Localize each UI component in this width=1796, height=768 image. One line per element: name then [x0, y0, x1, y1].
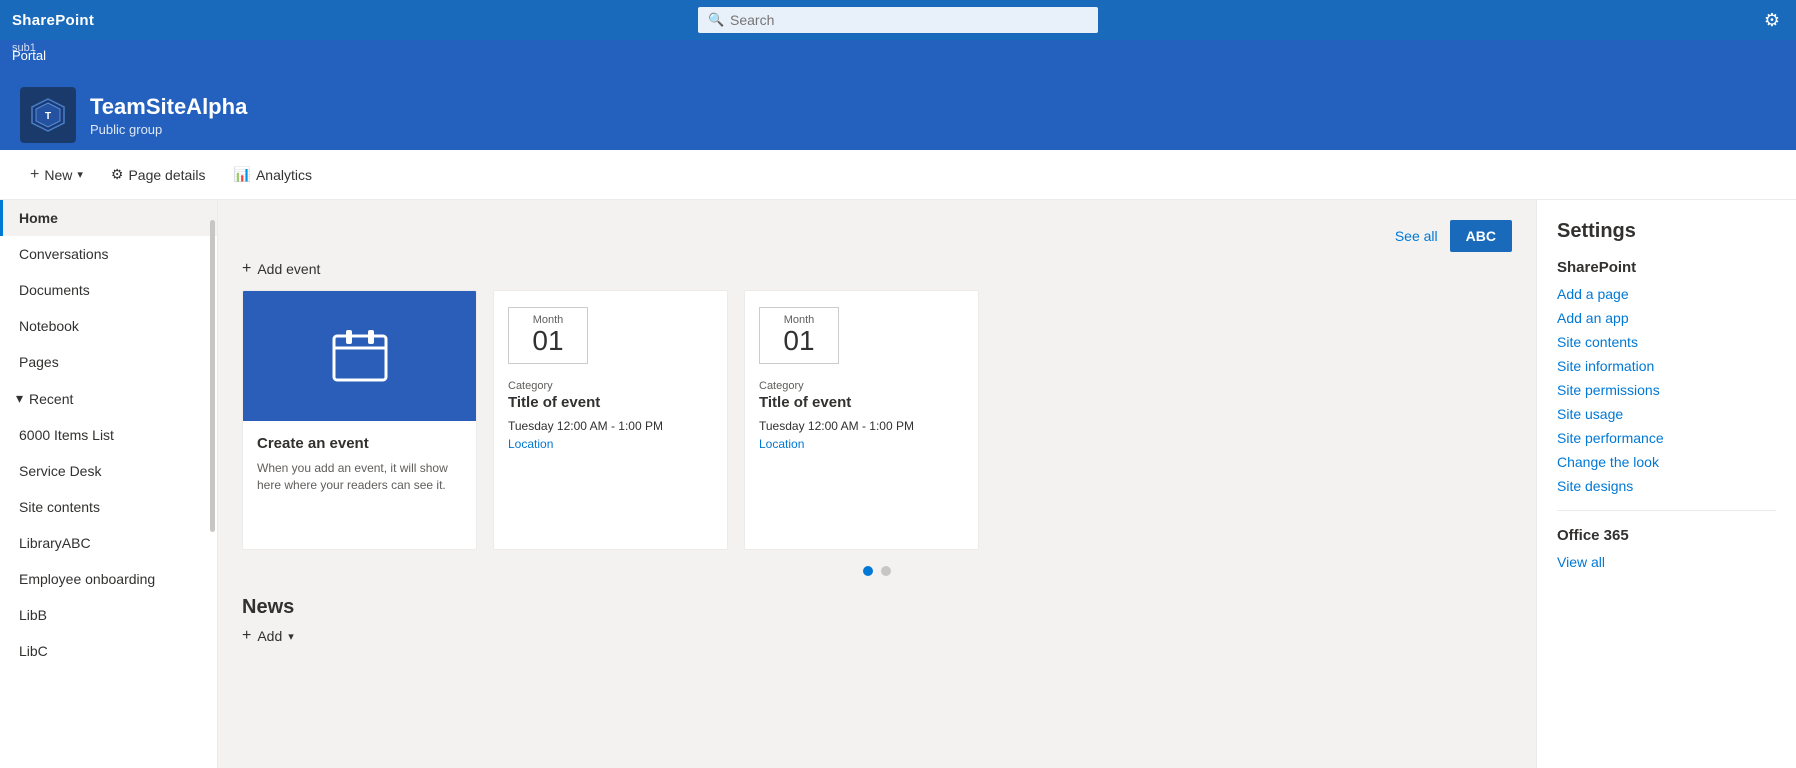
analytics-label: Analytics	[256, 167, 312, 183]
plus-icon: +	[30, 166, 39, 184]
settings-link-change-look[interactable]: Change the look	[1557, 454, 1776, 470]
event-card-2[interactable]: Month 01 Category Title of event Tuesday…	[744, 290, 979, 550]
event-category-1: Category	[494, 380, 727, 392]
news-add-row[interactable]: + Add ▾	[242, 627, 1512, 645]
svg-text:T: T	[45, 111, 51, 122]
sidebar-recent-section[interactable]: ▾ Recent	[0, 380, 217, 417]
event-date-box-1: Month 01	[508, 307, 588, 364]
sidebar-item-pages[interactable]: Pages	[0, 344, 217, 380]
page-details-button[interactable]: ⚙ Page details	[101, 161, 216, 188]
create-event-body: Create an event When you add an event, i…	[243, 421, 476, 508]
settings-link-view-all[interactable]: View all	[1557, 554, 1776, 570]
plus-icon: +	[242, 260, 251, 278]
office365-section: Office 365 View all	[1557, 527, 1776, 570]
dot-2[interactable]	[881, 566, 891, 576]
settings-link-site-permissions[interactable]: Site permissions	[1557, 382, 1776, 398]
site-logo: T	[20, 87, 76, 143]
create-event-card[interactable]: Create an event When you add an event, i…	[242, 290, 477, 550]
sidebar-item-libc[interactable]: LibC	[0, 633, 217, 669]
search-icon: 🔍	[708, 12, 724, 28]
event-day-2: 01	[770, 326, 828, 357]
event-title-1: Title of event	[494, 392, 727, 417]
page-details-icon: ⚙	[111, 166, 124, 183]
chevron-down-icon: ▾	[16, 390, 23, 407]
settings-link-add-page[interactable]: Add a page	[1557, 286, 1776, 302]
carousel-dots	[242, 566, 1512, 576]
settings-link-site-information[interactable]: Site information	[1557, 358, 1776, 374]
search-input[interactable]	[698, 7, 1098, 33]
settings-link-add-app[interactable]: Add an app	[1557, 310, 1776, 326]
search-wrapper: 🔍	[698, 7, 1098, 33]
news-add-label: Add	[257, 628, 282, 644]
event-time-2: Tuesday 12:00 AM - 1:00 PM	[745, 417, 978, 435]
site-header: sub1 T TeamSiteAlpha Public group	[0, 70, 1796, 150]
sidebar-item-home[interactable]: Home	[0, 200, 217, 236]
site-subtitle: Public group	[90, 122, 247, 137]
chevron-down-icon: ▾	[288, 630, 294, 643]
settings-sharepoint-section: SharePoint	[1557, 259, 1776, 276]
analytics-icon: 📊	[234, 166, 251, 183]
see-all-link[interactable]: See all	[1395, 228, 1438, 244]
settings-link-site-designs[interactable]: Site designs	[1557, 478, 1776, 494]
settings-link-site-usage[interactable]: Site usage	[1557, 406, 1776, 422]
news-title: News	[242, 596, 1512, 619]
sidebar-item-service-desk[interactable]: Service Desk	[0, 453, 217, 489]
subnav: Portal	[0, 40, 1796, 70]
analytics-button[interactable]: 📊 Analytics	[224, 161, 322, 188]
events-header: See all ABC	[242, 220, 1512, 252]
plus-icon: +	[242, 627, 251, 645]
settings-panel: Settings SharePoint Add a page Add an ap…	[1536, 200, 1796, 768]
recent-label: Recent	[29, 391, 73, 407]
page-details-label: Page details	[128, 167, 205, 183]
office365-title: Office 365	[1557, 527, 1776, 544]
sidebar-item-documents[interactable]: Documents	[0, 272, 217, 308]
new-button[interactable]: + New ▾	[20, 161, 93, 189]
site-title: TeamSiteAlpha	[90, 94, 247, 120]
settings-title: Settings	[1557, 220, 1776, 243]
sidebar: Home Conversations Documents Notebook Pa…	[0, 200, 218, 768]
sidebar-item-libb[interactable]: LibB	[0, 597, 217, 633]
main-content: See all ABC + Add event	[218, 200, 1536, 768]
add-event-row[interactable]: + Add event	[242, 260, 1512, 278]
sidebar-scrollbar[interactable]	[210, 220, 215, 532]
topbar: SharePoint 🔍 ⚙	[0, 0, 1796, 40]
sidebar-item-notebook[interactable]: Notebook	[0, 308, 217, 344]
sub1-label: sub1	[12, 42, 36, 54]
sidebar-item-6000-items-list[interactable]: 6000 Items List	[0, 417, 217, 453]
gear-icon[interactable]: ⚙	[1764, 10, 1780, 31]
event-location-2: Location	[745, 435, 978, 465]
event-time-1: Tuesday 12:00 AM - 1:00 PM	[494, 417, 727, 435]
settings-link-site-performance[interactable]: Site performance	[1557, 430, 1776, 446]
sidebar-item-employee-onboarding[interactable]: Employee onboarding	[0, 561, 217, 597]
settings-divider	[1557, 510, 1776, 511]
sidebar-item-site-contents[interactable]: Site contents	[0, 489, 217, 525]
abc-button[interactable]: ABC	[1450, 220, 1512, 252]
layout: Home Conversations Documents Notebook Pa…	[0, 200, 1796, 768]
add-event-label: Add event	[257, 261, 320, 277]
sidebar-item-conversations[interactable]: Conversations	[0, 236, 217, 272]
sharepoint-logo: SharePoint	[12, 12, 94, 29]
commandbar: + New ▾ ⚙ Page details 📊 Analytics	[0, 150, 1796, 200]
sidebar-item-library-abc[interactable]: LibraryABC	[0, 525, 217, 561]
chevron-down-icon: ▾	[77, 168, 83, 181]
create-event-desc: When you add an event, it will show here…	[257, 460, 462, 494]
event-title-2: Title of event	[745, 392, 978, 417]
dot-1[interactable]	[863, 566, 873, 576]
event-card-hero	[243, 291, 476, 421]
event-date-box-2: Month 01	[759, 307, 839, 364]
news-section: News + Add ▾	[242, 596, 1512, 645]
create-event-title: Create an event	[257, 435, 462, 452]
site-info: TeamSiteAlpha Public group	[90, 94, 247, 137]
event-day-1: 01	[519, 326, 577, 357]
events-grid: Create an event When you add an event, i…	[242, 290, 1512, 550]
event-location-1: Location	[494, 435, 727, 465]
event-category-2: Category	[745, 380, 978, 392]
calendar-icon	[330, 328, 390, 384]
new-label: New	[44, 167, 72, 183]
settings-link-site-contents[interactable]: Site contents	[1557, 334, 1776, 350]
event-card-1[interactable]: Month 01 Category Title of event Tuesday…	[493, 290, 728, 550]
